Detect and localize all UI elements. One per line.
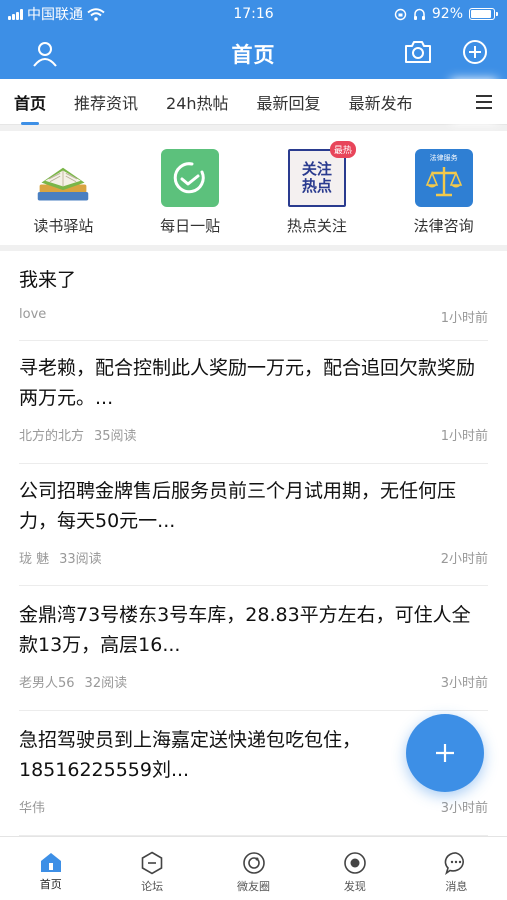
- quick-label: 每日一贴: [160, 217, 221, 235]
- home-icon: [40, 853, 61, 872]
- tabbar-label: 首页: [39, 878, 62, 891]
- menu-icon: [476, 94, 492, 109]
- tab-recommended[interactable]: 推荐资讯: [74, 90, 138, 114]
- tab-latest-reply[interactable]: 最新回复: [257, 90, 321, 114]
- post-time: 3小时前: [440, 676, 488, 691]
- hot-topic-icon-text: 关注热点: [301, 160, 332, 195]
- post-title: 寻老赖，配合控制此人奖励一万元，配合追回欠款奖励两万元。...: [19, 357, 476, 409]
- post-time: 2小时前: [440, 552, 488, 567]
- nav-bar: 首页: [0, 28, 507, 79]
- camera-icon[interactable]: [403, 39, 433, 65]
- new-post-button[interactable]: [406, 714, 484, 792]
- books-icon: [34, 149, 92, 207]
- tabbar-label: 微友圈: [237, 880, 271, 893]
- add-icon[interactable]: [461, 38, 489, 66]
- tabbar-label: 论坛: [141, 880, 164, 893]
- plus-icon: [436, 744, 454, 762]
- page-title: 首页: [231, 42, 276, 67]
- battery-percent: 92%: [431, 6, 463, 22]
- post-author: 老男人56: [19, 676, 75, 691]
- quick-item-legal[interactable]: 法律服务 法律咨询: [380, 131, 507, 245]
- clock-icon: [161, 149, 220, 207]
- tabbar-discover[interactable]: 发现: [304, 837, 405, 900]
- tabbar-moments[interactable]: 微友圈: [203, 837, 304, 900]
- carrier-label: 中国联通: [27, 7, 83, 23]
- moments-icon: [242, 852, 265, 874]
- quick-item-hot-topics[interactable]: 关注热点 最热 热点关注: [254, 131, 381, 245]
- post-reads: 35阅读: [94, 429, 137, 444]
- status-time: 17:16: [233, 6, 274, 22]
- headphones-icon: [413, 8, 425, 20]
- tab-menu-button[interactable]: [461, 79, 507, 124]
- tab-latest-post[interactable]: 最新发布: [349, 90, 413, 114]
- post-reads: 33阅读: [59, 552, 102, 567]
- tab-24h-hot[interactable]: 24h热帖: [166, 90, 229, 114]
- tabbar-home[interactable]: 首页: [0, 837, 101, 900]
- post-item[interactable]: 我来了 love 1小时前: [19, 251, 488, 341]
- hot-badge: 最热: [329, 141, 356, 158]
- quick-label: 热点关注: [286, 217, 347, 235]
- tabbar-label: 发现: [343, 880, 366, 893]
- quick-item-daily-post[interactable]: 每日一贴: [127, 131, 254, 245]
- post-time: 1小时前: [440, 429, 488, 444]
- user-icon[interactable]: [30, 39, 60, 69]
- category-tabs: 首页 推荐资讯 24h热帖 最新回复 最新发布: [0, 79, 507, 125]
- app-header: 中国联通 17:16 92% 首页: [0, 0, 507, 79]
- message-icon: [444, 852, 465, 875]
- forum-icon: [141, 851, 163, 875]
- post-title: 公司招聘金牌售后服务员前三个月试用期，无任何压力，每天50元一...: [19, 480, 457, 532]
- post-item[interactable]: 公司招聘金牌售后服务员前三个月试用期，无任何压力，每天50元一... 珑 魅 33…: [19, 464, 488, 586]
- discover-icon: [344, 852, 366, 874]
- quick-entry-grid: 读书驿站 每日一贴 关注热点 最热 热点关注 法律服务 法律咨询: [0, 131, 507, 245]
- quick-label: 法律咨询: [413, 217, 474, 235]
- post-reads: 32阅读: [84, 676, 128, 691]
- quick-label: 读书驿站: [33, 217, 94, 235]
- post-title: 我来了: [19, 269, 77, 291]
- post-item[interactable]: 寻老赖，配合控制此人奖励一万元，配合追回欠款奖励两万元。... 北方的北方 35阅…: [19, 341, 488, 464]
- post-time: 1小时前: [440, 311, 488, 326]
- status-bar: 中国联通 17:16 92%: [0, 0, 507, 28]
- battery-icon: [469, 8, 498, 20]
- law-scale-icon: 法律服务: [414, 149, 473, 207]
- tabbar-label: 消息: [445, 880, 468, 893]
- bottom-tab-bar: 首页 论坛 微友圈 发现 消息: [0, 836, 507, 900]
- tabbar-messages[interactable]: 消息: [406, 837, 507, 900]
- post-title: 金鼎湾73号楼东3号车库，28.83平方左右，可住人全款13万，高层16...: [19, 604, 471, 656]
- tab-home[interactable]: 首页: [14, 90, 46, 114]
- post-time: 3小时前: [440, 801, 488, 816]
- quick-item-reading[interactable]: 读书驿站: [0, 131, 127, 245]
- signal-icon: [8, 8, 23, 20]
- post-author: 珑 魅: [19, 552, 50, 567]
- wifi-icon: [87, 7, 105, 21]
- tabbar-forum[interactable]: 论坛: [101, 837, 202, 900]
- post-author: love: [19, 307, 47, 322]
- hot-topic-icon: 关注热点 最热: [287, 141, 356, 207]
- post-author: 北方的北方: [19, 429, 85, 444]
- law-icon-text: 法律服务: [429, 154, 458, 162]
- post-item[interactable]: 金鼎湾73号楼东3号车库，28.83平方左右，可住人全款13万，高层16... …: [19, 586, 488, 711]
- post-author: 华伟: [19, 801, 46, 816]
- rotation-lock-icon: [394, 8, 407, 20]
